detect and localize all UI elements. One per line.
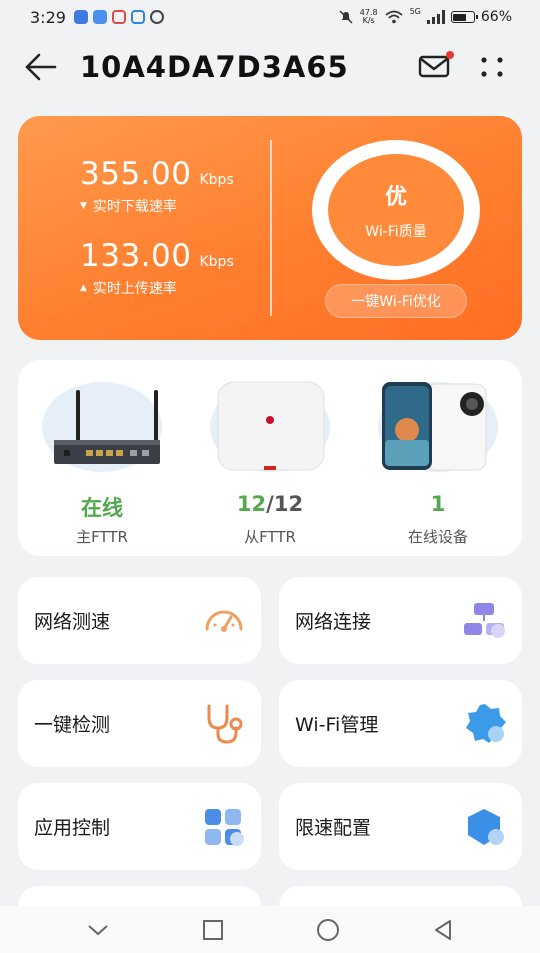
tile-speed-test[interactable]: 网络测速 bbox=[18, 577, 261, 664]
nav-collapse-button[interactable] bbox=[78, 910, 118, 950]
device-label: 主FTTR bbox=[76, 528, 128, 546]
alarm-icon bbox=[149, 10, 164, 24]
header: 10A4DA7D3A65 bbox=[0, 38, 540, 98]
upload-unit: Kbps bbox=[199, 254, 234, 270]
speed-limit-icon bbox=[468, 809, 504, 845]
quality-center: 优 Wi-Fi质量 bbox=[328, 154, 464, 266]
network-type: 5G bbox=[409, 6, 421, 16]
wifi-quality-indicator[interactable]: 优 Wi-Fi质量 bbox=[312, 140, 480, 280]
app-grid-icon bbox=[205, 809, 244, 846]
back-button[interactable] bbox=[24, 52, 58, 82]
upload-speed: 133.00 Kbps ▲ 实时上传速率 bbox=[80, 238, 234, 298]
net-speed: 47.8 K/s bbox=[360, 9, 378, 25]
tile-label: 应用控制 bbox=[34, 817, 111, 839]
access-point-icon bbox=[217, 381, 325, 471]
app-notification-icon bbox=[130, 10, 145, 24]
triangle-back-icon bbox=[434, 919, 451, 940]
square-icon bbox=[202, 919, 223, 940]
main-fttr-device[interactable]: 在线 主FTTR bbox=[18, 360, 186, 556]
device-status: 12/12 bbox=[186, 492, 354, 516]
tile-label: 一键检测 bbox=[34, 714, 111, 736]
status-time: 3:29 bbox=[30, 7, 66, 27]
tile-app-control[interactable]: 应用控制 bbox=[18, 783, 261, 870]
unread-badge bbox=[446, 51, 454, 59]
app-notification-icon bbox=[73, 10, 88, 24]
tile-label: 限速配置 bbox=[295, 817, 372, 839]
notification-icons bbox=[73, 10, 164, 24]
status-bar: 3:29 47.8 K/s 5G 66% bbox=[0, 0, 540, 34]
sub-fttr-total: /12 bbox=[266, 492, 304, 516]
download-value: 355.00 bbox=[80, 156, 192, 192]
messages-button[interactable] bbox=[418, 51, 454, 82]
more-options-button[interactable] bbox=[474, 52, 510, 82]
online-devices[interactable]: 1 在线设备 bbox=[354, 360, 522, 556]
download-speed: 355.00 Kbps ▼ 实时下载速率 bbox=[80, 156, 234, 216]
upload-label: 实时上传速率 bbox=[92, 281, 177, 297]
battery-icon bbox=[450, 11, 478, 23]
wifi-optimize-button[interactable]: 一键Wi-Fi优化 bbox=[325, 284, 467, 318]
tile-wifi-management[interactable]: Wi-Fi管理 bbox=[279, 680, 522, 767]
status-right: 47.8 K/s 5G 66% bbox=[338, 6, 512, 25]
router-icon bbox=[54, 390, 160, 464]
speedometer-icon bbox=[205, 610, 243, 632]
tile-label: 网络连接 bbox=[295, 611, 372, 633]
wifi-settings-icon bbox=[466, 704, 506, 743]
mute-icon bbox=[339, 10, 353, 24]
tile-label: 网络测速 bbox=[34, 611, 111, 633]
stethoscope-icon bbox=[207, 704, 243, 744]
arrow-left-icon bbox=[25, 53, 57, 81]
device-card: 在线 主FTTR 12/12 从FTTR 1 在线设备 bbox=[18, 360, 522, 556]
app-notification-icon bbox=[111, 10, 126, 24]
device-label: 在线设备 bbox=[407, 528, 468, 546]
circle-icon bbox=[316, 918, 339, 941]
down-triangle-icon: ▼ bbox=[80, 201, 87, 211]
more-dots-icon bbox=[481, 57, 503, 77]
signal-icon bbox=[426, 10, 445, 24]
tile-network-connection[interactable]: 网络连接 bbox=[279, 577, 522, 664]
quality-label: Wi-Fi质量 bbox=[365, 224, 427, 240]
nav-back-button[interactable] bbox=[423, 910, 463, 950]
battery-percent: 66% bbox=[480, 9, 512, 25]
battery-fill bbox=[453, 13, 466, 21]
device-status: 在线 bbox=[81, 496, 123, 520]
phone-icon bbox=[382, 382, 487, 471]
page-title: 10A4DA7D3A65 bbox=[80, 50, 349, 84]
up-triangle-icon: ▲ bbox=[80, 283, 87, 293]
sub-fttr-online-count: 12 bbox=[236, 492, 267, 516]
network-topology-icon bbox=[464, 603, 505, 638]
device-status: 1 bbox=[430, 492, 446, 516]
chevron-down-icon bbox=[87, 924, 108, 935]
tile-label: Wi-Fi管理 bbox=[295, 714, 379, 736]
app-notification-icon bbox=[92, 10, 107, 24]
net-speed-unit: K/s bbox=[362, 16, 375, 25]
download-label: 实时下载速率 bbox=[92, 199, 177, 215]
divider bbox=[270, 140, 272, 316]
sub-fttr-device[interactable]: 12/12 从FTTR bbox=[186, 360, 354, 556]
wifi-icon bbox=[384, 10, 403, 24]
system-nav-bar bbox=[0, 906, 540, 953]
speed-card: 355.00 Kbps ▼ 实时下载速率 133.00 Kbps ▲ 实时上传速率 … bbox=[18, 116, 522, 340]
quality-grade: 优 bbox=[384, 185, 407, 210]
upload-value: 133.00 bbox=[80, 238, 192, 274]
nav-home-button[interactable] bbox=[308, 910, 348, 950]
tile-speed-limit[interactable]: 限速配置 bbox=[279, 783, 522, 870]
nav-recents-button[interactable] bbox=[193, 910, 233, 950]
tile-one-click-check[interactable]: 一键检测 bbox=[18, 680, 261, 767]
download-unit: Kbps bbox=[199, 172, 234, 188]
device-label: 从FTTR bbox=[244, 528, 296, 546]
